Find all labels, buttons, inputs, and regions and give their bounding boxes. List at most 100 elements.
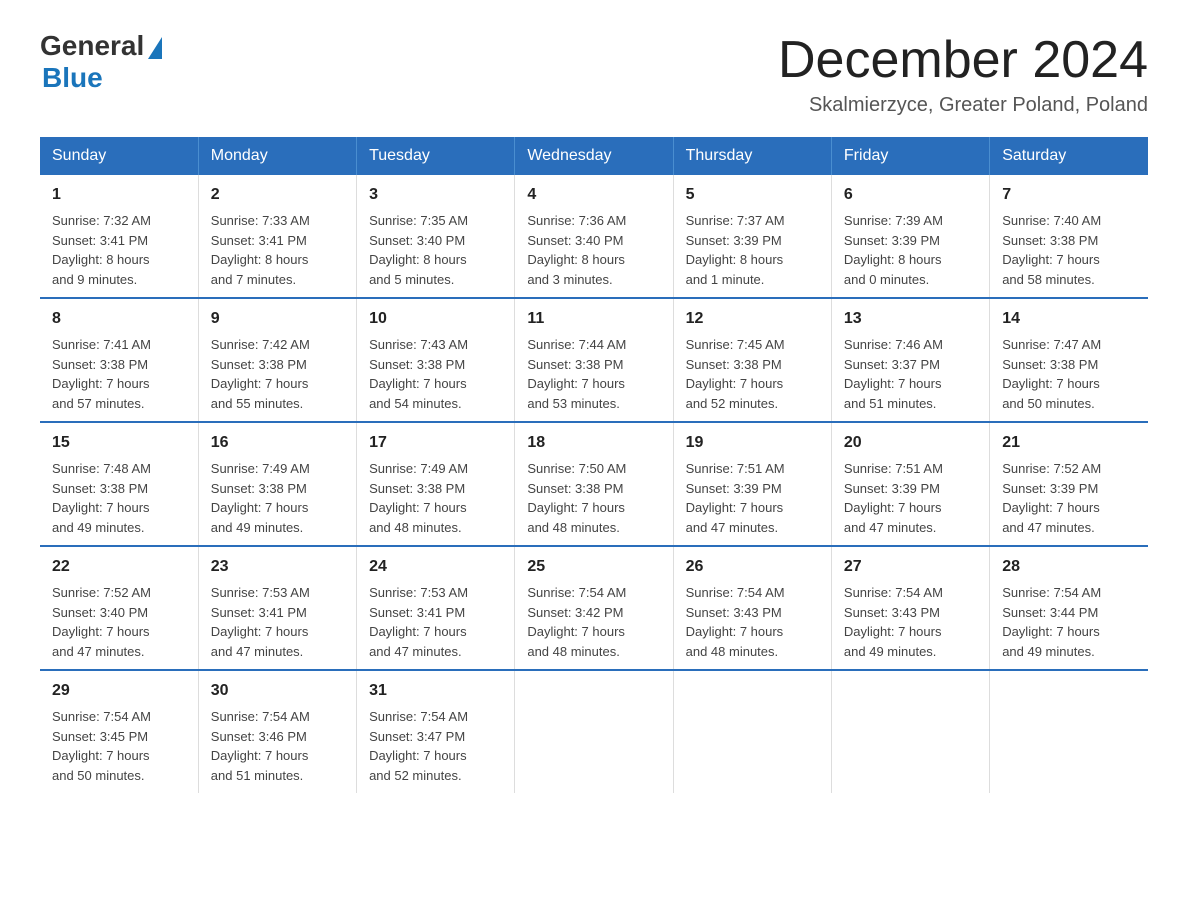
day-info: Sunrise: 7:49 AM Sunset: 3:38 PM Dayligh…: [369, 459, 502, 537]
location-text: Skalmierzyce, Greater Poland, Poland: [778, 94, 1148, 117]
day-number: 6: [844, 183, 977, 207]
day-info: Sunrise: 7:49 AM Sunset: 3:38 PM Dayligh…: [211, 459, 344, 537]
day-number: 14: [1002, 307, 1136, 331]
day-info: Sunrise: 7:53 AM Sunset: 3:41 PM Dayligh…: [211, 583, 344, 661]
day-number: 2: [211, 183, 344, 207]
day-number: 1: [52, 183, 186, 207]
calendar-table: SundayMondayTuesdayWednesdayThursdayFrid…: [40, 137, 1148, 793]
calendar-cell: 15 Sunrise: 7:48 AM Sunset: 3:38 PM Dayli…: [40, 422, 198, 546]
calendar-cell: 29Sunrise: 7:54 AM Sunset: 3:45 PM Dayli…: [40, 670, 198, 793]
calendar-cell: 23 Sunrise: 7:53 AM Sunset: 3:41 PM Dayli…: [198, 546, 356, 670]
day-number: 15: [52, 431, 186, 455]
calendar-cell: 14 Sunrise: 7:47 AM Sunset: 3:38 PM Dayli…: [990, 298, 1148, 422]
weekday-header-thursday: Thursday: [673, 137, 831, 175]
day-number: 10: [369, 307, 502, 331]
calendar-cell: 3 Sunrise: 7:35 AM Sunset: 3:40 PM Daylig…: [357, 175, 515, 298]
calendar-cell: 17 Sunrise: 7:49 AM Sunset: 3:38 PM Dayli…: [357, 422, 515, 546]
calendar-cell: 19 Sunrise: 7:51 AM Sunset: 3:39 PM Dayli…: [673, 422, 831, 546]
day-number: 16: [211, 431, 344, 455]
calendar-cell: 6 Sunrise: 7:39 AM Sunset: 3:39 PM Daylig…: [831, 175, 989, 298]
day-number: 3: [369, 183, 502, 207]
calendar-cell: 22 Sunrise: 7:52 AM Sunset: 3:40 PM Dayli…: [40, 546, 198, 670]
day-info: Sunrise: 7:46 AM Sunset: 3:37 PM Dayligh…: [844, 335, 977, 413]
calendar-cell: 28Sunrise: 7:54 AM Sunset: 3:44 PM Dayli…: [990, 546, 1148, 670]
calendar-week-3: 15 Sunrise: 7:48 AM Sunset: 3:38 PM Dayli…: [40, 422, 1148, 546]
day-info: Sunrise: 7:47 AM Sunset: 3:38 PM Dayligh…: [1002, 335, 1136, 413]
day-number: 31: [369, 679, 502, 703]
calendar-cell: 30Sunrise: 7:54 AM Sunset: 3:46 PM Dayli…: [198, 670, 356, 793]
calendar-cell: 12 Sunrise: 7:45 AM Sunset: 3:38 PM Dayli…: [673, 298, 831, 422]
page-header: General Blue December 2024 Skalmierzyce,…: [40, 30, 1148, 117]
day-number: 22: [52, 555, 186, 579]
day-info: Sunrise: 7:54 AM Sunset: 3:42 PM Dayligh…: [527, 583, 660, 661]
day-number: 11: [527, 307, 660, 331]
day-number: 8: [52, 307, 186, 331]
calendar-cell: 24 Sunrise: 7:53 AM Sunset: 3:41 PM Dayli…: [357, 546, 515, 670]
day-number: 13: [844, 307, 977, 331]
day-number: 26: [686, 555, 819, 579]
calendar-cell: [990, 670, 1148, 793]
calendar-cell: [831, 670, 989, 793]
day-number: 4: [527, 183, 660, 207]
weekday-header-friday: Friday: [831, 137, 989, 175]
calendar-cell: 5 Sunrise: 7:37 AM Sunset: 3:39 PM Daylig…: [673, 175, 831, 298]
day-info: Sunrise: 7:32 AM Sunset: 3:41 PM Dayligh…: [52, 211, 186, 289]
day-info: Sunrise: 7:53 AM Sunset: 3:41 PM Dayligh…: [369, 583, 502, 661]
calendar-cell: 26 Sunrise: 7:54 AM Sunset: 3:43 PM Dayli…: [673, 546, 831, 670]
day-info: Sunrise: 7:45 AM Sunset: 3:38 PM Dayligh…: [686, 335, 819, 413]
calendar-week-4: 22 Sunrise: 7:52 AM Sunset: 3:40 PM Dayli…: [40, 546, 1148, 670]
day-number: 30: [211, 679, 344, 703]
day-info: Sunrise: 7:51 AM Sunset: 3:39 PM Dayligh…: [686, 459, 819, 537]
day-info: Sunrise: 7:41 AM Sunset: 3:38 PM Dayligh…: [52, 335, 186, 413]
day-number: 29: [52, 679, 186, 703]
day-info: Sunrise: 7:54 AM Sunset: 3:43 PM Dayligh…: [686, 583, 819, 661]
calendar-cell: [673, 670, 831, 793]
calendar-cell: 27Sunrise: 7:54 AM Sunset: 3:43 PM Dayli…: [831, 546, 989, 670]
calendar-cell: 7 Sunrise: 7:40 AM Sunset: 3:38 PM Daylig…: [990, 175, 1148, 298]
day-number: 18: [527, 431, 660, 455]
day-number: 28: [1002, 555, 1136, 579]
calendar-cell: 2 Sunrise: 7:33 AM Sunset: 3:41 PM Daylig…: [198, 175, 356, 298]
calendar-cell: 16 Sunrise: 7:49 AM Sunset: 3:38 PM Dayli…: [198, 422, 356, 546]
calendar-cell: 11 Sunrise: 7:44 AM Sunset: 3:38 PM Dayli…: [515, 298, 673, 422]
day-number: 23: [211, 555, 344, 579]
day-number: 27: [844, 555, 977, 579]
calendar-cell: 1 Sunrise: 7:32 AM Sunset: 3:41 PM Daylig…: [40, 175, 198, 298]
day-number: 19: [686, 431, 819, 455]
day-number: 7: [1002, 183, 1136, 207]
day-info: Sunrise: 7:54 AM Sunset: 3:47 PM Dayligh…: [369, 707, 502, 785]
calendar-cell: 10 Sunrise: 7:43 AM Sunset: 3:38 PM Dayli…: [357, 298, 515, 422]
day-info: Sunrise: 7:40 AM Sunset: 3:38 PM Dayligh…: [1002, 211, 1136, 289]
day-info: Sunrise: 7:48 AM Sunset: 3:38 PM Dayligh…: [52, 459, 186, 537]
calendar-week-1: 1 Sunrise: 7:32 AM Sunset: 3:41 PM Daylig…: [40, 175, 1148, 298]
logo-general-text: General: [40, 30, 144, 62]
logo: General Blue: [40, 30, 162, 94]
day-info: Sunrise: 7:50 AM Sunset: 3:38 PM Dayligh…: [527, 459, 660, 537]
day-number: 17: [369, 431, 502, 455]
day-number: 24: [369, 555, 502, 579]
day-info: Sunrise: 7:43 AM Sunset: 3:38 PM Dayligh…: [369, 335, 502, 413]
calendar-cell: 4 Sunrise: 7:36 AM Sunset: 3:40 PM Daylig…: [515, 175, 673, 298]
calendar-cell: 18 Sunrise: 7:50 AM Sunset: 3:38 PM Dayli…: [515, 422, 673, 546]
calendar-week-5: 29Sunrise: 7:54 AM Sunset: 3:45 PM Dayli…: [40, 670, 1148, 793]
calendar-cell: 9Sunrise: 7:42 AM Sunset: 3:38 PM Daylig…: [198, 298, 356, 422]
weekday-header-saturday: Saturday: [990, 137, 1148, 175]
day-number: 12: [686, 307, 819, 331]
day-info: Sunrise: 7:35 AM Sunset: 3:40 PM Dayligh…: [369, 211, 502, 289]
day-info: Sunrise: 7:52 AM Sunset: 3:39 PM Dayligh…: [1002, 459, 1136, 537]
day-info: Sunrise: 7:52 AM Sunset: 3:40 PM Dayligh…: [52, 583, 186, 661]
day-info: Sunrise: 7:44 AM Sunset: 3:38 PM Dayligh…: [527, 335, 660, 413]
day-info: Sunrise: 7:37 AM Sunset: 3:39 PM Dayligh…: [686, 211, 819, 289]
day-info: Sunrise: 7:39 AM Sunset: 3:39 PM Dayligh…: [844, 211, 977, 289]
logo-triangle-icon: [148, 37, 162, 59]
weekday-header-monday: Monday: [198, 137, 356, 175]
calendar-cell: 8 Sunrise: 7:41 AM Sunset: 3:38 PM Daylig…: [40, 298, 198, 422]
day-info: Sunrise: 7:33 AM Sunset: 3:41 PM Dayligh…: [211, 211, 344, 289]
day-number: 21: [1002, 431, 1136, 455]
month-title: December 2024: [778, 30, 1148, 90]
title-section: December 2024 Skalmierzyce, Greater Pola…: [778, 30, 1148, 117]
calendar-week-2: 8 Sunrise: 7:41 AM Sunset: 3:38 PM Daylig…: [40, 298, 1148, 422]
day-number: 5: [686, 183, 819, 207]
day-number: 9: [211, 307, 344, 331]
day-info: Sunrise: 7:36 AM Sunset: 3:40 PM Dayligh…: [527, 211, 660, 289]
